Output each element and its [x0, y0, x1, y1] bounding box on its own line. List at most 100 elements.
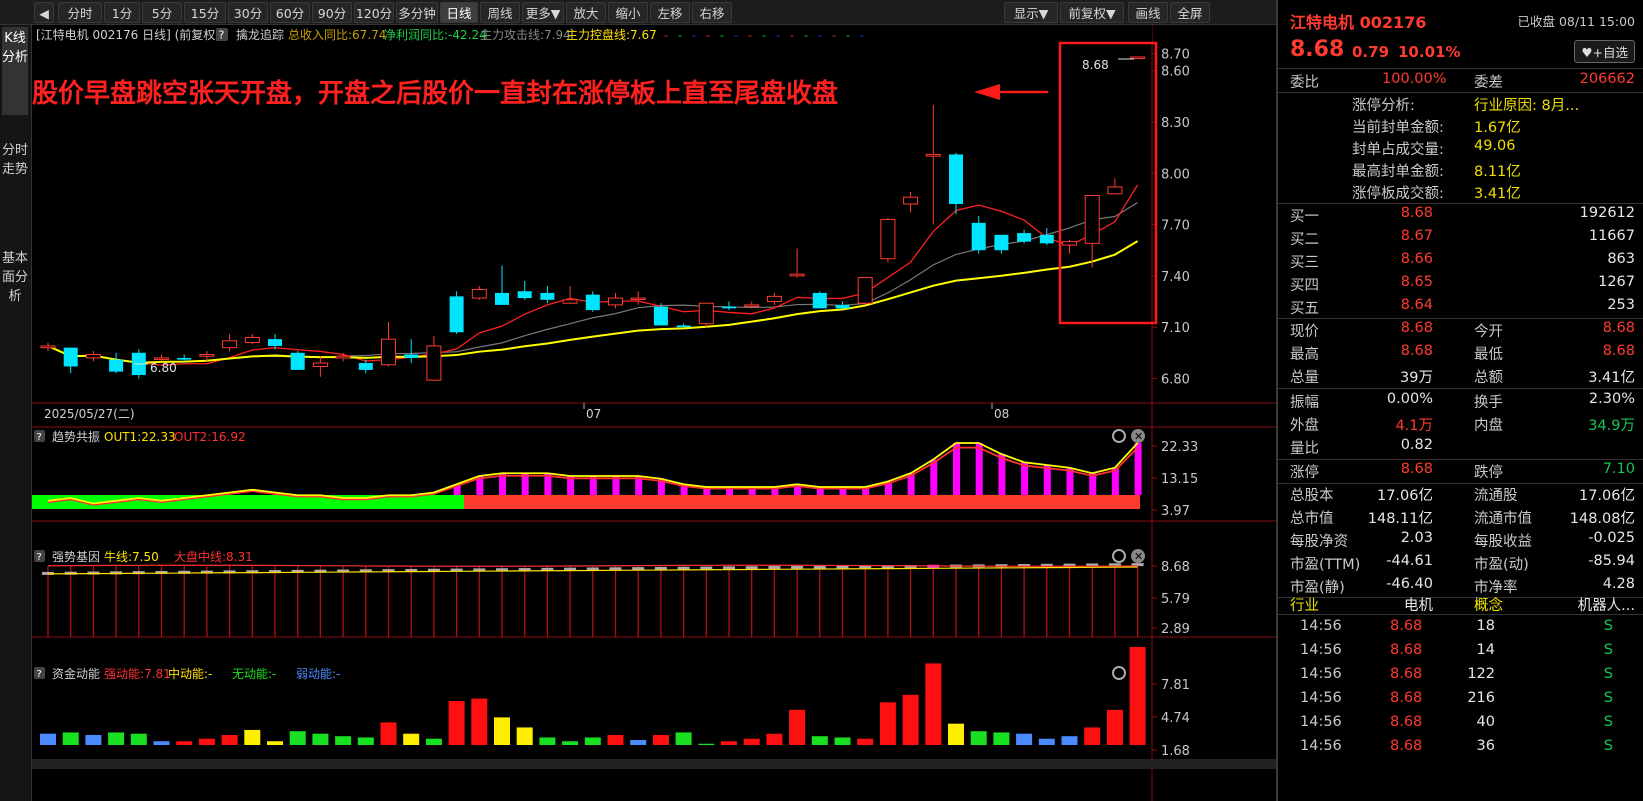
toolbar-btn-5[interactable]: 60分	[270, 2, 310, 23]
candle-body[interactable]	[1062, 241, 1077, 246]
candle-body[interactable]	[109, 359, 124, 372]
stat-value: -85.94	[1588, 553, 1635, 569]
legend-dash: -	[846, 29, 850, 42]
candle-body[interactable]	[925, 153, 941, 157]
weicha-value: 206662	[1579, 71, 1635, 87]
toolbar-btn-13[interactable]: 缩小	[608, 2, 648, 23]
candle-body[interactable]	[199, 354, 215, 357]
toolbar-btn-6[interactable]: 90分	[312, 2, 352, 23]
toolbar-btn-10[interactable]: 周线	[480, 2, 520, 23]
tick-time: 14:56	[1300, 642, 1342, 658]
gene-mark	[723, 566, 735, 570]
candle-body[interactable]	[766, 295, 782, 302]
panel-tick-label: 4.74	[1161, 711, 1190, 726]
candle-body[interactable]	[540, 292, 555, 300]
candle-body[interactable]	[290, 352, 305, 370]
candle-body[interactable]	[1130, 56, 1146, 59]
stat-value: 2.03	[1400, 530, 1433, 546]
candle-body[interactable]	[835, 304, 850, 309]
h-scrollbar[interactable]	[32, 759, 1276, 769]
legend-dash: -	[776, 29, 780, 42]
candle-body[interactable]	[608, 297, 623, 306]
candle-body[interactable]	[630, 297, 646, 301]
money-bar	[698, 743, 715, 745]
candle-body[interactable]	[63, 347, 78, 367]
toolbar-btn-9[interactable]: 日线	[440, 2, 478, 23]
toolbar-btn-1[interactable]: 1分	[104, 2, 140, 23]
bid-price: 8.67	[1400, 228, 1433, 244]
candle-body[interactable]	[517, 291, 532, 299]
money-bar	[1061, 736, 1078, 745]
toolbar-btn-7[interactable]: 120分	[354, 2, 394, 23]
candle-body[interactable]	[812, 292, 827, 309]
kline-chart[interactable]: [江特电机 002176 日线] (前复权)? 擒龙追踪 总收入同比:67.74净利…	[32, 25, 1276, 801]
candle-body[interactable]	[312, 362, 328, 367]
toolbar-btn-14[interactable]: 左移	[650, 2, 690, 23]
candle-body[interactable]	[789, 273, 805, 277]
candle-body[interactable]	[381, 338, 396, 366]
bid-volume: 863	[1607, 251, 1635, 267]
candle-body[interactable]	[268, 339, 282, 346]
candle-body[interactable]	[449, 296, 464, 333]
toolbar-right-btn-1[interactable]: 前复权▼	[1060, 2, 1124, 23]
chart-area[interactable]: [江特电机 002176 日线] (前复权)? 擒龙追踪 总收入同比:67.74 净利…	[32, 25, 1276, 801]
candle-body[interactable]	[471, 289, 487, 299]
candle-body[interactable]	[949, 154, 963, 205]
candle-body[interactable]	[40, 345, 56, 349]
toolbar-right-btn-0[interactable]: 显示▼	[1004, 2, 1058, 23]
toolbar-btn-15[interactable]: 右移	[692, 2, 732, 23]
stat-value: 8.68	[1400, 320, 1433, 336]
candle-body[interactable]	[744, 304, 760, 307]
money-bar	[380, 722, 397, 745]
money-bar	[335, 736, 352, 745]
tick-volume: 14	[1476, 642, 1495, 658]
candle-body[interactable]	[154, 357, 169, 360]
candle-body[interactable]	[426, 345, 442, 381]
money-bar	[970, 731, 987, 745]
candle-body[interactable]	[222, 340, 238, 349]
toolbar-right-btn-3[interactable]: 全屏	[1170, 2, 1210, 23]
candle-body[interactable]	[177, 357, 192, 360]
limit-label: 封单占成交量:	[1352, 142, 1444, 158]
candle-body[interactable]	[880, 218, 896, 260]
candle-body[interactable]	[358, 363, 373, 370]
toolbar-right-btn-2[interactable]: 画线	[1128, 2, 1168, 23]
bid-price: 8.66	[1400, 251, 1433, 267]
candle-body[interactable]	[1017, 233, 1032, 242]
toolbar-btn-0[interactable]: 分时	[58, 2, 102, 23]
toolbar-btn-3[interactable]: 15分	[184, 2, 226, 23]
candle-body[interactable]	[85, 354, 101, 359]
help-icon-glyph: ?	[219, 29, 225, 42]
candle-body[interactable]	[653, 306, 668, 326]
nav-kline[interactable]: K线分析	[2, 27, 28, 115]
nav-timeshare[interactable]: 分时走势	[2, 141, 28, 221]
toolbar-btn-11[interactable]: 更多▼	[522, 2, 564, 23]
candle-body[interactable]	[994, 234, 1009, 251]
toolbar-btn-4[interactable]: 30分	[228, 2, 268, 23]
weibi-value: 100.00%	[1382, 71, 1447, 87]
toolbar-btn-2[interactable]: 5分	[142, 2, 182, 23]
candle-body[interactable]	[1039, 234, 1054, 244]
back-icon[interactable]: ◀	[34, 2, 54, 23]
candle-body[interactable]	[676, 325, 691, 328]
tick-time: 14:56	[1300, 690, 1342, 706]
bid-price: 8.65	[1400, 274, 1433, 290]
candle-body[interactable]	[971, 222, 986, 251]
candle-body[interactable]	[1107, 186, 1123, 195]
candle-body[interactable]	[585, 294, 600, 311]
candle-body[interactable]	[698, 302, 714, 325]
candle-body[interactable]	[1084, 194, 1100, 244]
add-watchlist-button[interactable]: ♥+自选	[1574, 40, 1635, 63]
toolbar-btn-8[interactable]: 多分钟	[396, 2, 438, 23]
candle-body[interactable]	[722, 306, 736, 309]
toolbar-btn-12[interactable]: 放大	[566, 2, 606, 23]
candle-body[interactable]	[404, 354, 419, 358]
candle-body[interactable]	[857, 277, 873, 304]
candle-body[interactable]	[335, 355, 351, 359]
candle-body[interactable]	[244, 336, 260, 344]
candle-body[interactable]	[903, 196, 919, 205]
nav-fundamental[interactable]: 基本面分析	[2, 249, 28, 349]
candle-body[interactable]	[562, 299, 578, 304]
panel-value: 强动能:7.81	[104, 667, 171, 681]
candle-body[interactable]	[495, 292, 509, 305]
